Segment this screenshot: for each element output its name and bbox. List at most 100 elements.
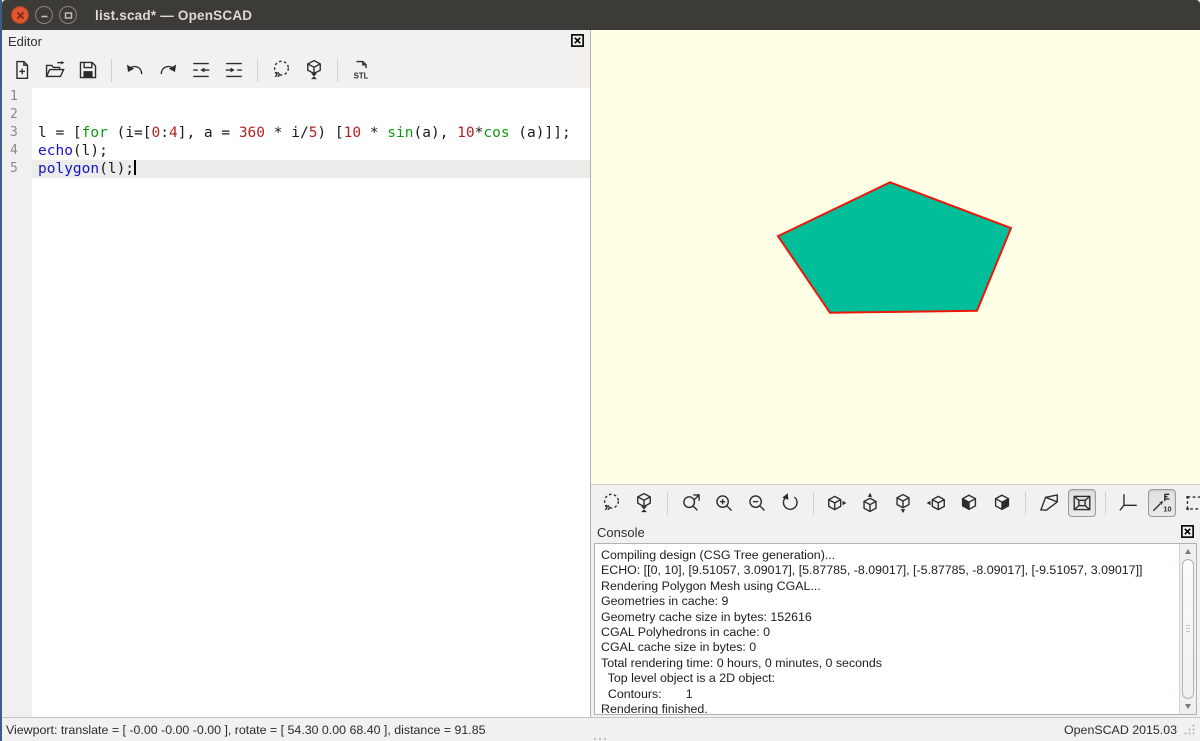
view-left-button[interactable] (922, 489, 950, 517)
code-text: echo(l); (32, 142, 590, 160)
console-line: Geometries in cache: 9 (601, 594, 1179, 609)
viewport-3d[interactable] (591, 30, 1200, 484)
reset-view-button[interactable] (776, 489, 804, 517)
toolbar-separator (1025, 492, 1026, 515)
render-button[interactable] (300, 56, 328, 84)
console-line: Compiling design (CSG Tree generation)..… (601, 548, 1179, 563)
window-close-button[interactable] (11, 6, 29, 24)
indent-icon (223, 59, 245, 81)
console-dock-title: Console (597, 525, 645, 540)
console-dock-header: Console (591, 521, 1200, 543)
view-bottom-button[interactable] (889, 489, 917, 517)
preview-button[interactable] (267, 56, 295, 84)
scroll-thumb[interactable] (1182, 559, 1194, 699)
open-file-button[interactable] (41, 56, 69, 84)
viewport-toolbar (591, 484, 1200, 521)
zoom-out-button[interactable] (743, 489, 771, 517)
line-number: 2 (2, 106, 32, 124)
view-right-button[interactable] (823, 489, 851, 517)
maximize-icon (64, 11, 73, 20)
code-line: 4echo(l); (2, 142, 590, 160)
toolbar-separator (111, 59, 112, 82)
code-text: polygon(l); (32, 160, 590, 178)
editor-toolbar (2, 52, 590, 88)
console-line: CGAL Polyhedrons in cache: 0 (601, 625, 1179, 640)
render-button[interactable] (630, 489, 658, 517)
titlebar: list.scad* — OpenSCAD (2, 0, 1200, 30)
axes-icon (1118, 492, 1140, 514)
code-text (32, 106, 590, 124)
minimize-icon (40, 11, 49, 20)
open-icon (44, 59, 66, 81)
console-line: ECHO: [[0, 10], [9.51057, 3.09017], [5.8… (601, 563, 1179, 578)
view-all-button[interactable] (1181, 489, 1200, 517)
splitter-handle[interactable] (594, 738, 606, 740)
view-back-button[interactable] (988, 489, 1016, 517)
redo-button[interactable] (154, 56, 182, 84)
window-maximize-button[interactable] (59, 6, 77, 24)
scale-markers-icon (1151, 492, 1173, 514)
undo-button[interactable] (121, 56, 149, 84)
close-icon (571, 34, 584, 47)
console-line: Rendering Polygon Mesh using CGAL... (601, 579, 1179, 594)
toolbar-separator (667, 492, 668, 515)
orthogonal-view-button[interactable] (1068, 489, 1096, 517)
zoom-in-icon (713, 492, 735, 514)
show-scale-markers-button[interactable] (1148, 489, 1176, 517)
version-text: OpenSCAD 2015.03 (1064, 723, 1177, 737)
editor-dock-close-button[interactable] (570, 34, 584, 48)
export-stl-button[interactable] (347, 56, 375, 84)
perspective-icon (1038, 492, 1060, 514)
line-number: 1 (2, 88, 32, 106)
close-icon (16, 11, 25, 20)
export-stl-icon (350, 59, 372, 81)
zoom-in-button[interactable] (710, 489, 738, 517)
zoom-all-icon (680, 492, 702, 514)
console-line: Contours: 1 (601, 687, 1179, 702)
code-text (32, 88, 590, 106)
line-number: 4 (2, 142, 32, 160)
preview-button[interactable] (597, 489, 625, 517)
resize-grip[interactable] (1183, 723, 1196, 736)
console-output[interactable]: Compiling design (CSG Tree generation)..… (594, 543, 1197, 715)
scroll-up-button[interactable] (1180, 545, 1196, 558)
view-front-button[interactable] (955, 489, 983, 517)
undo-icon (124, 59, 146, 81)
perspective-view-button[interactable] (1035, 489, 1063, 517)
zoom-all-button[interactable] (677, 489, 705, 517)
view-left-icon (925, 492, 947, 514)
redo-icon (157, 59, 179, 81)
window-minimize-button[interactable] (35, 6, 53, 24)
render-icon (633, 492, 655, 514)
show-axes-button[interactable] (1115, 489, 1143, 517)
orthogonal-icon (1071, 492, 1093, 514)
viewport-canvas[interactable] (591, 30, 1200, 484)
toolbar-separator (813, 492, 814, 515)
view-all-icon (1184, 492, 1200, 514)
console-scrollbar[interactable] (1179, 544, 1196, 714)
view-right-icon (826, 492, 848, 514)
unindent-button[interactable] (187, 56, 215, 84)
reset-view-icon (779, 492, 801, 514)
view-back-icon (991, 492, 1013, 514)
console-dock-close-button[interactable] (1180, 525, 1194, 539)
view-front-icon (958, 492, 980, 514)
scroll-down-button[interactable] (1180, 700, 1196, 713)
preview-icon (270, 59, 292, 81)
toolbar-separator (1105, 492, 1106, 515)
save-file-button[interactable] (74, 56, 102, 84)
code-editor[interactable]: 123l = [for (i=[0:4], a = 360 * i/5) [10… (2, 88, 590, 717)
text-caret (134, 160, 136, 175)
preview-icon (600, 492, 622, 514)
render-icon (303, 59, 325, 81)
zoom-out-icon (746, 492, 768, 514)
editor-dock-header: Editor (2, 30, 590, 52)
console-line: CGAL cache size in bytes: 0 (601, 640, 1179, 655)
indent-button[interactable] (220, 56, 248, 84)
code-line: 5polygon(l); (2, 160, 590, 178)
line-number: 5 (2, 160, 32, 178)
view-top-button[interactable] (856, 489, 884, 517)
new-file-button[interactable] (8, 56, 36, 84)
pentagon-shape (778, 182, 1011, 312)
console-line: Geometry cache size in bytes: 152616 (601, 610, 1179, 625)
